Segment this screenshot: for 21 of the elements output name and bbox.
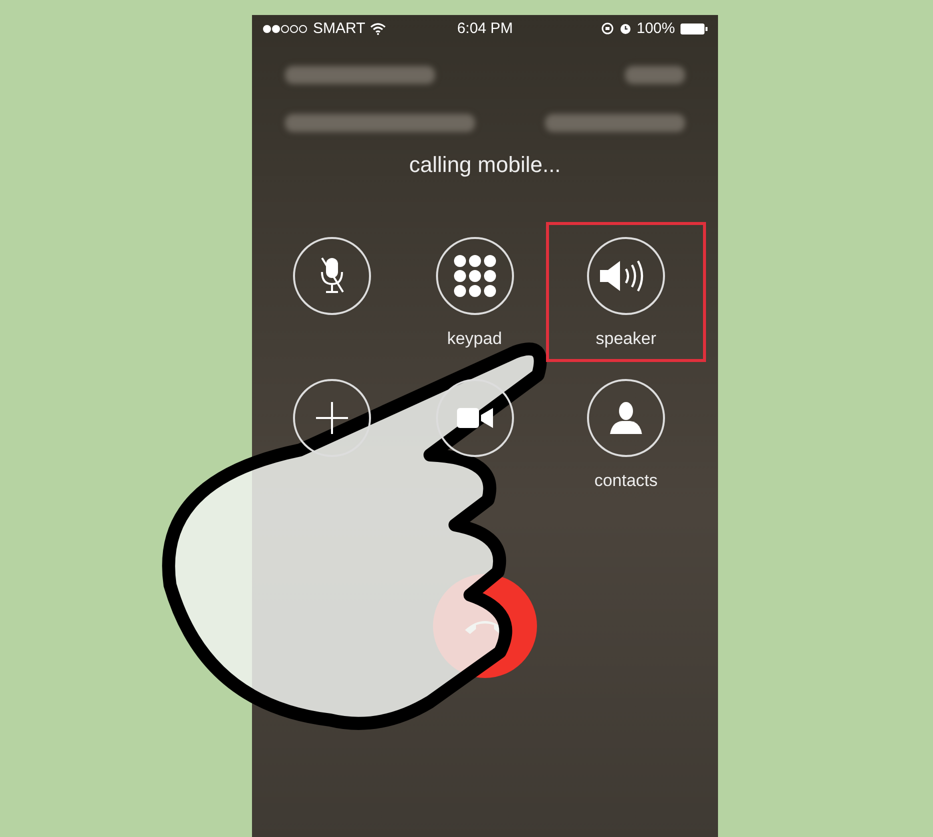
person-icon (608, 400, 644, 436)
alarm-icon (618, 22, 632, 35)
keypad-icon (452, 254, 496, 298)
battery-icon (680, 22, 708, 34)
button-label: contacts (594, 471, 658, 492)
signal-icon (262, 24, 308, 34)
blurred-text-block (625, 66, 685, 84)
contacts-button[interactable] (587, 379, 665, 457)
battery-percent: 100% (636, 20, 675, 37)
clock-time: 6:04 PM (457, 20, 513, 37)
plus-icon (314, 400, 350, 436)
button-label: keypad (447, 329, 502, 350)
keypad-button[interactable] (436, 237, 514, 315)
button-label: speaker (596, 329, 656, 350)
speaker-button[interactable] (587, 237, 665, 315)
call-status: calling mobile... (409, 152, 561, 178)
wifi-icon (370, 22, 386, 34)
carrier-name: SMART (313, 20, 366, 37)
rotation-lock-icon (600, 22, 614, 35)
mute-button[interactable] (292, 237, 370, 315)
video-camera-icon (454, 405, 494, 431)
